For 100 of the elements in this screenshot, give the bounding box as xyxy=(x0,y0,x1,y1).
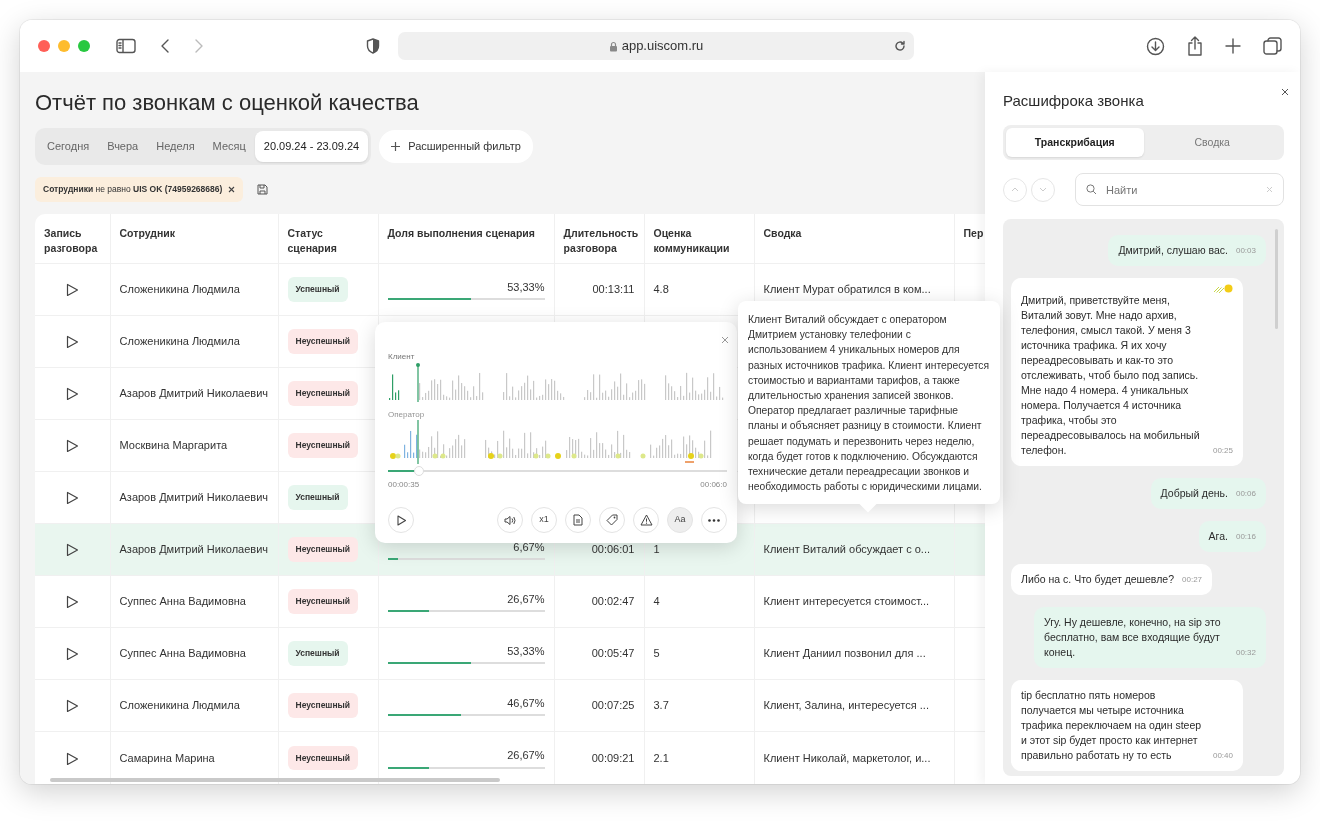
search-input[interactable]: Найти xyxy=(1104,180,1259,199)
plus-icon xyxy=(391,142,401,152)
horizontal-scrollbar[interactable] xyxy=(50,778,500,782)
play-icon[interactable] xyxy=(66,439,79,454)
column-header: Доля выполнения сценария xyxy=(378,213,554,264)
status-badge: Неуспешный xyxy=(287,693,359,718)
message-time: 00:32 xyxy=(1235,647,1256,660)
tag-button[interactable] xyxy=(599,507,625,533)
font-button[interactable]: Aa xyxy=(667,507,693,533)
play-icon[interactable] xyxy=(66,387,79,402)
play-icon[interactable] xyxy=(66,491,79,506)
period-tab[interactable]: Неделя xyxy=(147,131,204,162)
close-icon[interactable] xyxy=(1281,88,1289,96)
play-button[interactable] xyxy=(388,507,414,533)
filter-chip[interactable]: Сотрудники не равно UIS OK (74959268686) xyxy=(35,176,244,202)
table-cell: Суппес Анна Вадимовна xyxy=(110,575,278,628)
share-icon[interactable] xyxy=(1187,36,1203,56)
tab[interactable]: Сводка xyxy=(1143,127,1281,158)
table-cell-text: 46,67% xyxy=(506,695,545,711)
play-icon[interactable] xyxy=(66,335,79,350)
page-title: Отчёт по звонкам с оценкой качества xyxy=(35,90,420,117)
play-icon xyxy=(396,514,406,526)
tabs-icon[interactable] xyxy=(1263,36,1282,56)
message-time: 00:27 xyxy=(1182,574,1203,587)
search-field[interactable]: Найти xyxy=(1075,173,1284,207)
tag-icon xyxy=(606,514,618,526)
status-badge: Неуспешный xyxy=(287,433,359,458)
play-icon[interactable] xyxy=(66,595,79,610)
column-header: Оценка коммуникации xyxy=(644,213,754,264)
message-time: 00:16 xyxy=(1235,531,1256,544)
table-cell: 00:07:25 xyxy=(591,699,635,712)
speed-button[interactable]: x1 xyxy=(531,507,557,533)
back-icon[interactable] xyxy=(160,38,170,54)
table-cell: Сложеникина Людмила xyxy=(110,315,278,368)
tooltip-text: Клиент Виталий обсуждает с оператором Дмитрием установку телефонии с использованием 4 уникальных номеров для разных источников трафика. Клиент интересуется стоимостью и вариантами тарифов, а также длительностью хранения записей звонков. Оператор предлагает различные тарифные планы и объясняет разницу в стоимости. Клиент решает подумать и перезвонить через неделю, когда будет готов к подключению. Обсуждаются технические детали переадресации звонков и необходимость работы с юридическими лицами. xyxy=(748,313,990,495)
play-icon[interactable] xyxy=(66,283,79,298)
period-tab[interactable]: Месяц xyxy=(203,131,255,162)
table-cell-text: 53,33% xyxy=(506,279,545,295)
speaker-icon xyxy=(504,514,516,526)
table-cell: Клиент Виталий обсуждает с о... xyxy=(763,543,931,556)
play-icon[interactable] xyxy=(66,647,79,662)
table-cell: Клиент Мурат обратился в ком... xyxy=(763,283,931,296)
table-cell: 00:06:01 xyxy=(591,543,635,556)
table-cell: Азаров Дмитрий Николаевич xyxy=(110,523,278,576)
table-cell: Москвина Маргарита xyxy=(110,419,278,472)
status-badge: Неуспешный xyxy=(287,537,359,562)
play-icon[interactable] xyxy=(66,699,79,714)
more-button[interactable] xyxy=(701,507,727,533)
status-badge: Неуспешный xyxy=(287,745,359,771)
column-header: Сотрудник xyxy=(110,213,278,264)
tab[interactable]: Транскрибация xyxy=(1006,127,1144,158)
message-text: Угу. Ну дешевле, конечно, на sip это бесплатно, вам все входящие будут конец. xyxy=(1044,615,1222,661)
table-cell: 4.8 xyxy=(653,283,669,296)
play-icon[interactable] xyxy=(66,543,79,558)
chevron-down-icon xyxy=(1039,187,1047,193)
filter-chip-text: Сотрудники не равно UIS OK (74959268686) xyxy=(43,182,223,196)
warning-button[interactable] xyxy=(633,507,659,533)
download-icon[interactable] xyxy=(1146,36,1165,56)
table-cell: 00:13:11 xyxy=(592,283,635,296)
table-cell: Азаров Дмитрий Николаевич xyxy=(110,367,278,420)
column-header: Статус сценария xyxy=(278,213,378,264)
status-badge: Успешный xyxy=(287,485,348,510)
message-time: 00:25 xyxy=(1212,445,1233,458)
search-icon xyxy=(1086,184,1097,196)
shield-icon[interactable] xyxy=(366,38,380,54)
period-tab[interactable]: Вчера xyxy=(98,131,148,162)
message-text: Дмитрий, приветствуйте меня, Виталий зовут. Мне надо архив, телефония, смысл такой. У меня 3 источника трафика. Я их хочу переадресовывать и как-то это отслеживать, чтоб было под запись. Мне надо 4 номера. 4 уникальных номера. Получается 4 источника трафика, чтобы это переадресовывалось на мобильный телефон. xyxy=(1021,293,1201,459)
playback-handle[interactable] xyxy=(413,466,424,476)
period-tab[interactable]: Сегодня xyxy=(38,131,99,162)
advanced-filter-button[interactable]: Расширенный фильтр xyxy=(379,130,533,163)
status-badge: Неуспешный xyxy=(287,381,359,406)
sidebar-icon[interactable] xyxy=(116,38,136,54)
table-cell-text: 26,67% xyxy=(506,591,545,607)
close-icon[interactable] xyxy=(228,185,236,193)
column-header: Длительность разговора xyxy=(554,213,644,264)
status-badge: Неуспешный xyxy=(287,589,359,614)
waveform-label: Оператор xyxy=(388,410,426,420)
message-text: Либо на с. Что будет дешевле? xyxy=(1021,572,1174,588)
table-cell: Клиент интересуется стоимост... xyxy=(763,595,930,608)
document-icon xyxy=(573,514,583,526)
column-header: Запись разговора xyxy=(35,213,110,264)
table-cell: 1 xyxy=(653,543,660,556)
table-cell: 5 xyxy=(653,647,660,660)
message-text: tip бесплатно пять номеров получается мы четыре источника трафика переключаем на один steep и этот sip будет просто как интернет правильно работать ну то есть xyxy=(1021,688,1203,764)
table-cell: 00:02:47 xyxy=(591,595,635,608)
save-icon[interactable] xyxy=(257,183,269,195)
table-cell: Клиент, Залина, интересуется ... xyxy=(763,699,929,712)
address-bar[interactable]: app.uiscom.ru xyxy=(398,32,914,60)
transcript-button[interactable] xyxy=(565,507,591,533)
table-cell: 3.7 xyxy=(653,699,669,712)
close-window-button[interactable] xyxy=(38,40,50,52)
table-cell: Клиент Даниил позвонил для ... xyxy=(763,647,926,660)
play-icon[interactable] xyxy=(66,751,79,766)
table-cell: 2.1 xyxy=(653,751,669,764)
reload-icon[interactable] xyxy=(894,40,906,52)
table-cell: 4 xyxy=(653,595,660,608)
period-tab[interactable]: 20.09.24 - 23.09.24 xyxy=(254,131,369,162)
status-badge: Успешный xyxy=(287,277,348,302)
new-tab-icon[interactable] xyxy=(1225,38,1241,54)
volume-button[interactable] xyxy=(497,507,523,533)
